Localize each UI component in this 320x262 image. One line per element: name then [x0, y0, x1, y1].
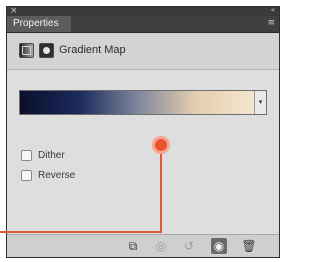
panel-bottom-toolbar: ⧉ ◎ ↺ ◉ 🗑	[7, 234, 279, 257]
dither-label: Dither	[38, 149, 65, 161]
layer-mask-icon[interactable]	[39, 43, 54, 58]
callout-line-vertical	[160, 154, 162, 232]
reverse-checkbox[interactable]	[21, 169, 32, 181]
properties-panel-window: × « Properties ≡ Gradient Map ▾ Dither R…	[6, 6, 280, 258]
panel-tab-bar: Properties ≡	[7, 16, 279, 33]
reset-icon[interactable]: ↺	[181, 238, 197, 254]
adjustment-title: Gradient Map	[59, 44, 126, 56]
close-icon[interactable]: ×	[10, 6, 18, 16]
reverse-label: Reverse	[38, 169, 76, 181]
tab-properties[interactable]: Properties	[7, 16, 71, 32]
adjustment-header: Gradient Map	[7, 33, 279, 70]
dither-option[interactable]: Dither	[21, 148, 65, 162]
callout-marker	[152, 136, 170, 154]
callout-line-horizontal	[0, 231, 162, 233]
gradient-dropdown-arrow-icon[interactable]: ▾	[254, 91, 266, 114]
reverse-option[interactable]: Reverse	[21, 168, 75, 182]
panel-title-strip: × «	[7, 6, 279, 16]
dither-checkbox[interactable]	[21, 149, 32, 161]
toggle-visibility-icon[interactable]: ◉	[211, 238, 227, 254]
collapse-icon[interactable]: «	[271, 6, 275, 14]
properties-content: Gradient Map ▾ Dither Reverse	[7, 33, 279, 235]
clip-to-layer-icon[interactable]: ⧉	[125, 238, 141, 254]
gradient-picker[interactable]: ▾	[19, 90, 267, 115]
gradient-map-icon[interactable]	[19, 43, 34, 58]
gradient-preview-bar[interactable]	[20, 91, 255, 114]
panel-menu-icon[interactable]: ≡	[267, 18, 275, 28]
delete-icon[interactable]: 🗑	[241, 238, 257, 254]
view-previous-state-icon[interactable]: ◎	[153, 238, 169, 254]
